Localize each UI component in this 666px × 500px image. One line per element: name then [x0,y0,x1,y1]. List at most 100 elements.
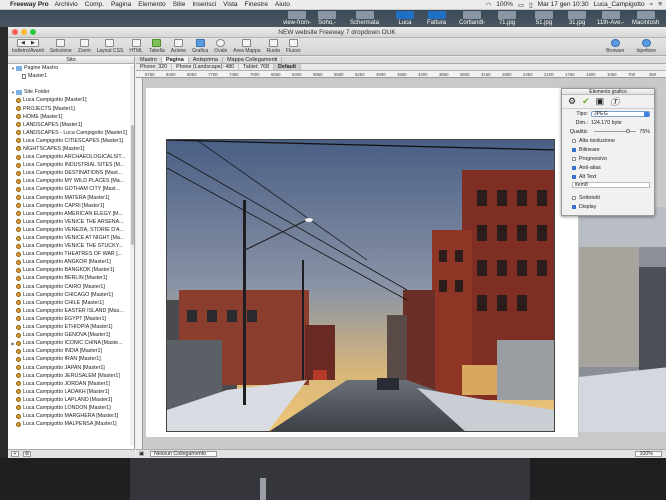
inspector-checkbox[interactable]: Progressivo [562,154,654,163]
page-item[interactable]: Luca Campigotto MARGHERA [Master1] [8,412,134,420]
tab-checkmark-icon[interactable]: ✔ [582,96,590,107]
page-item[interactable]: Luca Campigotto VENICE THE STUCKY... [8,242,134,250]
page-item[interactable]: Luca Campigotto CHICAGO [Master1] [8,291,134,299]
html-tool[interactable]: HTML [129,39,143,54]
tab-page[interactable]: Pagina [161,57,189,63]
app-menu[interactable]: Freeway Pro [10,1,49,8]
checkbox-icon[interactable] [572,165,576,170]
checkbox-icon[interactable] [572,204,576,209]
page-item[interactable]: LANDSCAPES - Luca Campigotto [Master1] [8,129,134,137]
tab-image-icon[interactable]: ▣ [596,96,605,107]
inspector-checkbox[interactable]: Display [562,202,654,211]
inspector-button[interactable]: Ispettore [637,39,656,54]
page-item[interactable]: Luca Campigotto IRAN [Master1] [8,355,134,363]
page-item[interactable]: Luca Campigotto [Master1] [8,96,134,104]
desktop-file[interactable]: Cortlandt- [459,11,485,26]
page-item[interactable]: Luca Campigotto EGYPT [Master1] [8,315,134,323]
browser-button[interactable]: Browser [606,39,625,54]
page-item[interactable]: Luca Campigotto JAPAN [Master1] [8,363,134,371]
type-select[interactable]: JPEG [591,110,650,117]
page-item[interactable]: Luca Campigotto INDIA [Master1] [8,347,134,355]
settings-gear-icon[interactable]: ⚙ [23,451,31,457]
checkbox-icon[interactable] [572,195,576,200]
desktop-folder[interactable]: Luca [396,11,414,26]
page-item[interactable]: Luca Campigotto ARCHAEOLOGICALSIT... [8,153,134,161]
inspector-checkbox[interactable]: Alta risoluzione [562,136,654,145]
breakpoint-tablet[interactable]: Tablet: 768 [239,64,275,70]
page-item[interactable]: HOME [Master1] [8,113,134,121]
graphic-tool[interactable]: Grafica [192,39,208,54]
page-item[interactable]: Luca Campigotto VENEZIA, STORIE D'A... [8,226,134,234]
tab-preview[interactable]: Anteprima [189,57,223,63]
battery-label[interactable]: 100% [496,1,513,8]
oval-tool[interactable]: Ovale [214,39,227,54]
checkbox-icon[interactable] [572,147,576,152]
checkbox-icon[interactable] [572,138,576,143]
scroll-thumb[interactable] [130,125,134,245]
page-item[interactable]: Luca Campigotto GENOVA [Master1] [8,331,134,339]
battery-icon[interactable]: ▭ [518,1,524,9]
vertical-ruler[interactable] [136,78,143,449]
menu-vista[interactable]: Vista [223,1,237,8]
title-bar[interactable]: NEW website Freeway 7 dropdown OUK [8,27,666,38]
menu-list-icon[interactable]: ≡ [658,1,662,8]
inspector-checkbox[interactable]: Sottotetti [562,193,654,202]
back-forward-button[interactable]: ◀ ▶ Indietro/Avanti [12,39,44,54]
menu-elemento[interactable]: Elemento [138,1,165,8]
tab-text-style-icon[interactable]: Ⓣ [610,95,619,108]
flag-icon[interactable]: ▯ [529,1,533,9]
link-dropdown[interactable]: Nessun Collegamento [150,451,218,457]
page-item[interactable]: NIGHTSCAPES [Master1] [8,145,134,153]
horizontal-ruler[interactable]: 8750 8400 8050 7700 7350 7000 6650 6300 5950 5600… [136,71,666,78]
inspector-checkbox[interactable]: Bilineare [562,145,654,154]
page-item[interactable]: PROJECTS [Master1] [8,104,134,112]
street-photo[interactable] [166,139,555,432]
page-item[interactable]: ▶ Luca Campigotto ICONIC CHINA [Maste... [8,339,134,347]
tab-graphic-tools-icon[interactable]: ⚙ [568,96,576,107]
page-item[interactable]: Luca Campigotto EASTER ISLAND [Mas... [8,307,134,315]
checkbox-icon[interactable] [572,156,576,161]
menu-archivio[interactable]: Archivio [55,1,78,8]
page-item[interactable]: Luca Campigotto AMERICAN ELEGY [M... [8,210,134,218]
quality-slider-knob[interactable] [625,129,630,133]
page-item[interactable]: Luca Campigotto BANGKOK [Master1] [8,266,134,274]
wifi-icon[interactable]: ◠ [486,1,492,9]
page-item[interactable]: Luca Campigotto CHILE [Master1] [8,299,134,307]
page-item[interactable]: Luca Campigotto CAIRO [Master1] [8,283,134,291]
user-menu[interactable]: Luca_Campigotto [594,1,645,8]
page-item[interactable]: Luca Campigotto DESTINATIONS [Mast... [8,169,134,177]
zoom-dropdown[interactable]: 100% [635,451,662,457]
quality-slider[interactable] [594,129,637,133]
menu-pagina[interactable]: Pagina [111,1,131,8]
page-canvas[interactable] [146,88,578,437]
desktop-file[interactable]: 71.jpg [498,11,516,26]
master-pages-group[interactable]: ▼ Pagine Mastro [8,64,134,72]
desktop-file[interactable]: 11th-Ave.- [597,11,624,26]
menu-comp[interactable]: Comp. [85,1,104,8]
page-item[interactable]: Luca Campigotto LADAKH [Master1] [8,388,134,396]
desktop-folder[interactable]: Fattura [427,11,446,26]
page-item[interactable]: LANDSCAPES [Master1] [8,121,134,129]
checkbox-icon[interactable] [572,174,576,179]
inspector-checkbox[interactable]: Alt Text [562,172,654,181]
page-item[interactable]: Luca Campigotto MALPENSA [Master1] [8,420,134,428]
add-page-button[interactable]: + [11,451,19,457]
page-item[interactable]: Luca Campigotto ANGKOR [Master1] [8,258,134,266]
map-area-tool[interactable]: Area Mappa [233,39,261,54]
desktop-file[interactable]: 31.jpg [568,11,586,26]
breakpoint-default[interactable]: Default [274,64,301,70]
page-item[interactable]: Luca Campigotto CITIESCAPES [Master1] [8,137,134,145]
desktop-file[interactable]: view-from- [283,11,311,26]
layout-toggle-icon[interactable]: ▣ [139,451,144,457]
page-item[interactable]: Luca Campigotto GOTHAM CITY [Mast... [8,185,134,193]
page-item[interactable]: Luca Campigotto CAPRI [Master1] [8,202,134,210]
tab-master[interactable]: Mastro [136,57,162,63]
clock[interactable]: Mar 17 gen 10:30 [538,1,589,8]
page-item[interactable]: Luca Campigotto VENICE THE ARSENA... [8,218,134,226]
tab-link-map[interactable]: Mappa Collegamenti [223,57,283,63]
page-item[interactable]: Luca Campigotto JERUSALEM [Master1] [8,372,134,380]
page-item[interactable]: Luca Campigotto LONDON [Master1] [8,404,134,412]
desktop-file[interactable]: Soho,- [318,11,336,26]
menu-inserisci[interactable]: Inserisci [192,1,216,8]
table-tool[interactable]: Tabella [149,39,165,54]
